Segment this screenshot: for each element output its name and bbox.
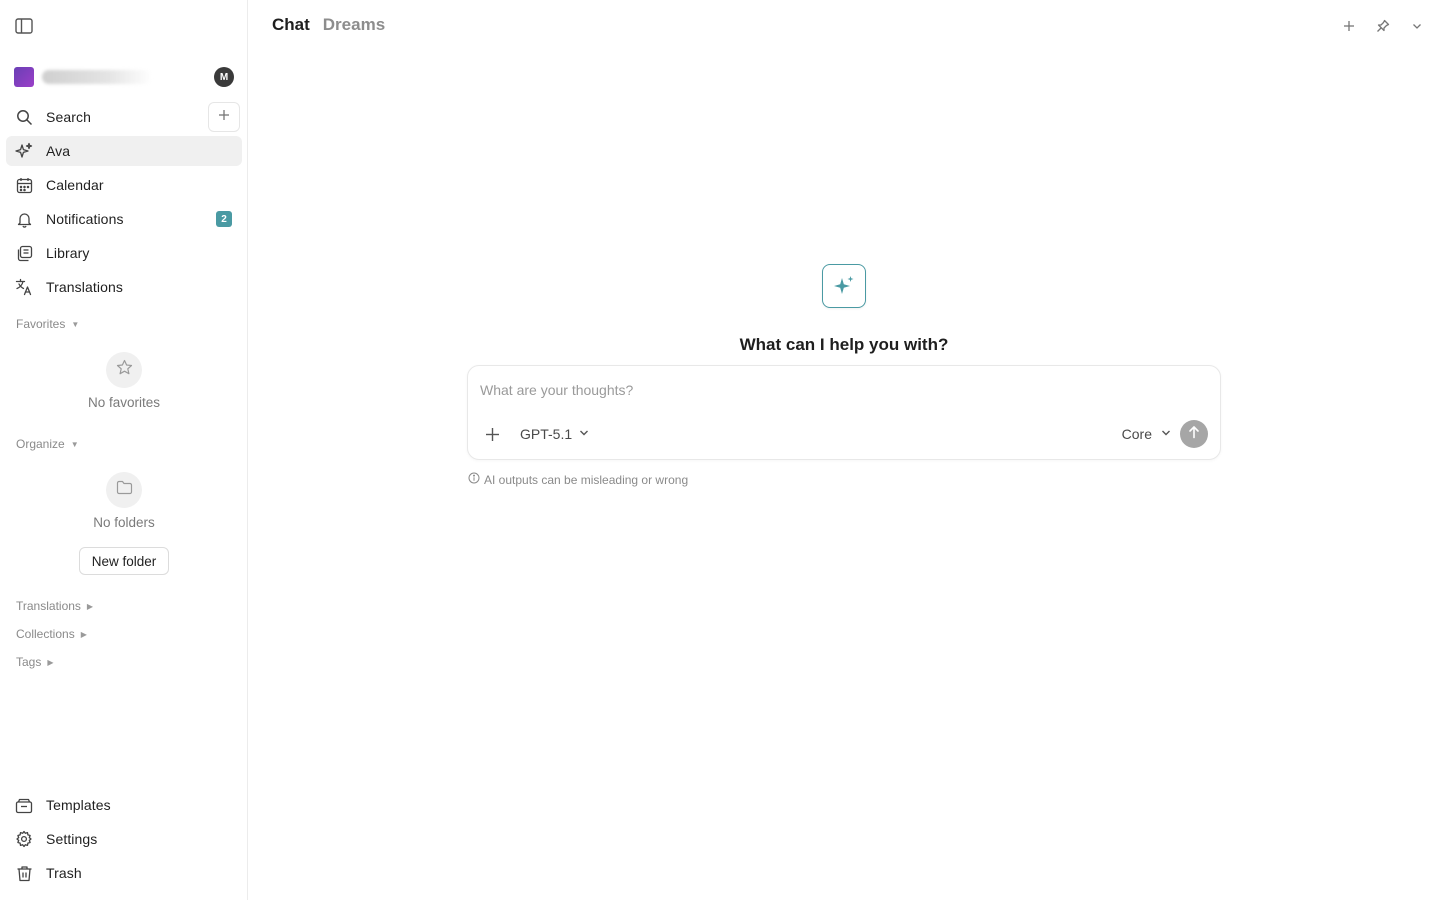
organize-section-toggle[interactable]: Organize ▼ xyxy=(16,437,79,451)
calendar-icon xyxy=(15,176,33,194)
sidebar-item-trash[interactable]: Trash xyxy=(6,858,242,888)
assistant-sparkle-icon xyxy=(822,264,866,308)
tab-dreams[interactable]: Dreams xyxy=(323,15,385,35)
sidebar-item-templates[interactable]: Templates xyxy=(6,790,242,820)
info-icon xyxy=(468,472,480,487)
send-button[interactable] xyxy=(1180,420,1208,448)
sidebar-item-label: Templates xyxy=(46,797,111,813)
chat-composer: GPT-5.1 Core xyxy=(467,365,1221,460)
sidebar-item-label: Library xyxy=(46,245,90,261)
favorites-section-toggle[interactable]: Favorites ▼ xyxy=(16,317,79,331)
favorites-empty-text: No favorites xyxy=(87,395,161,410)
notification-count-badge: 2 xyxy=(216,211,232,227)
disclaimer-text: AI outputs can be misleading or wrong xyxy=(484,472,689,487)
section-heading: Collections xyxy=(16,627,75,641)
templates-icon xyxy=(15,796,33,814)
library-icon xyxy=(15,244,33,262)
sidebar-item-label: Trash xyxy=(46,865,82,881)
favorites-heading: Favorites xyxy=(16,317,66,331)
chevron-down-icon[interactable] xyxy=(1408,16,1426,36)
sidebar-item-calendar[interactable]: Calendar xyxy=(6,170,242,200)
plus-icon xyxy=(218,108,230,126)
translate-icon xyxy=(15,278,33,296)
caret-right-icon: ▶ xyxy=(47,657,54,667)
mode-label: Core xyxy=(1121,426,1152,442)
attach-plus-icon[interactable] xyxy=(482,424,502,444)
sidebar-item-label: Notifications xyxy=(46,211,124,227)
workspace-logo xyxy=(14,67,34,87)
chevron-down-icon xyxy=(578,426,590,442)
trash-icon xyxy=(15,864,33,882)
workspace-switcher[interactable]: M xyxy=(14,66,236,88)
tags-section-toggle[interactable]: Tags ▶ xyxy=(16,655,54,669)
sidebar-item-library[interactable]: Library xyxy=(6,238,242,268)
pin-icon[interactable] xyxy=(1374,16,1392,36)
new-page-button[interactable] xyxy=(208,102,240,132)
sidebar-item-notifications[interactable]: Notifications 2 xyxy=(6,204,242,234)
star-icon xyxy=(116,359,133,381)
avatar[interactable]: M xyxy=(214,67,234,87)
caret-right-icon: ▶ xyxy=(80,629,87,639)
favorites-empty-illustration xyxy=(106,352,142,388)
caret-right-icon: ▶ xyxy=(86,601,94,611)
sidebar-item-label: Translations xyxy=(46,279,123,295)
sidebar-toggle-icon[interactable] xyxy=(14,16,34,36)
top-actions xyxy=(1340,16,1426,36)
mode-selector[interactable]: Core xyxy=(1122,424,1172,444)
sidebar-item-label: Calendar xyxy=(46,177,104,193)
folders-empty-text: No folders xyxy=(93,515,155,530)
folders-empty-illustration xyxy=(106,472,142,508)
sparkles-icon xyxy=(15,142,33,160)
sidebar: M Search Ava Calendar Notifications 2 Li… xyxy=(0,0,248,900)
folder-icon xyxy=(116,480,133,500)
search-label: Search xyxy=(46,109,91,125)
tab-chat[interactable]: Chat xyxy=(272,15,310,35)
header-tabs: Chat Dreams xyxy=(272,15,385,35)
sidebar-item-ava[interactable]: Ava xyxy=(6,136,242,166)
search-icon xyxy=(15,108,33,126)
workspace-name-redacted xyxy=(42,70,152,84)
bell-icon xyxy=(15,210,33,228)
arrow-up-icon xyxy=(1188,425,1200,444)
chevron-down-icon xyxy=(1160,426,1172,442)
search-button[interactable]: Search xyxy=(6,102,204,132)
model-label: GPT-5.1 xyxy=(520,426,573,442)
new-folder-button[interactable]: New folder xyxy=(79,547,169,575)
section-heading: Tags xyxy=(16,655,42,669)
caret-down-icon: ▼ xyxy=(70,439,79,449)
collections-section-toggle[interactable]: Collections ▶ xyxy=(16,627,87,641)
organize-heading: Organize xyxy=(16,437,65,451)
model-selector[interactable]: GPT-5.1 xyxy=(520,424,590,444)
translations-section-toggle[interactable]: Translations ▶ xyxy=(16,599,93,613)
sidebar-item-translations[interactable]: Translations xyxy=(6,272,242,302)
section-heading: Translations xyxy=(16,599,81,613)
chat-input[interactable] xyxy=(480,380,1200,400)
new-chat-plus-icon[interactable] xyxy=(1340,16,1358,36)
ai-disclaimer: AI outputs can be misleading or wrong xyxy=(468,472,688,487)
page-title: What can I help you with? xyxy=(739,335,949,354)
caret-down-icon: ▼ xyxy=(71,319,80,329)
sidebar-item-label: Settings xyxy=(46,831,98,847)
sidebar-item-label: Ava xyxy=(46,143,71,159)
sidebar-item-settings[interactable]: Settings xyxy=(6,824,242,854)
gear-icon xyxy=(15,830,33,848)
